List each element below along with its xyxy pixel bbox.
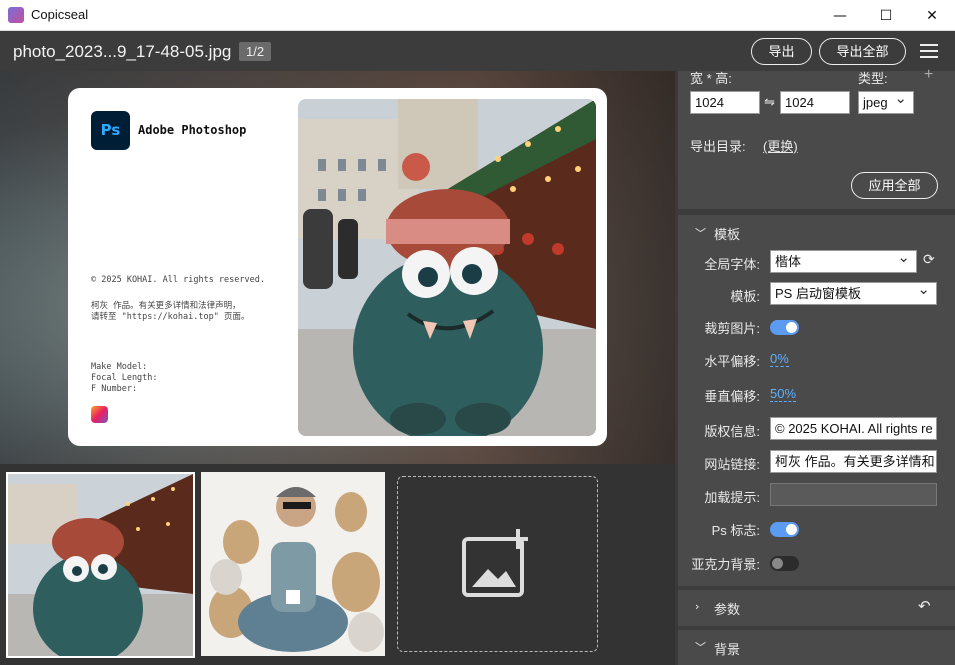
file-name: photo_2023...9_17-48-05.jpg bbox=[13, 42, 232, 61]
app-icon bbox=[8, 7, 24, 23]
description-line-2: 请转至 "https://kohai.top" 页面。 bbox=[91, 312, 250, 322]
description-line-1: 柯灰 作品。有关更多详情和法律声明， bbox=[91, 301, 241, 311]
add-image-button[interactable] bbox=[397, 476, 598, 652]
change-dir-link[interactable]: (更换) bbox=[763, 136, 798, 155]
font-select[interactable]: 楷体 bbox=[770, 250, 917, 273]
v-offset-value[interactable]: 50% bbox=[770, 386, 797, 402]
add-icon[interactable]: + bbox=[924, 66, 933, 84]
exif-make-model: Make Model: bbox=[91, 362, 148, 372]
loading-hint-label: 加载提示: bbox=[704, 490, 760, 505]
crop-toggle[interactable] bbox=[770, 320, 799, 335]
site-link-label: 网站链接: bbox=[704, 457, 760, 472]
settings-panel: 宽 * 高: 类型: + 1024 ⇋ 1024 jpeg 导出目录: (更换)… bbox=[678, 66, 955, 665]
thumbnail-strip bbox=[0, 464, 675, 665]
preview-area: Ps Adobe Photoshop © 2025 KOHAI. All rig… bbox=[0, 71, 675, 464]
copyright-input[interactable]: © 2025 KOHAI. All rights re bbox=[770, 417, 937, 440]
acrylic-bg-label: 亚克力背景: bbox=[691, 557, 760, 572]
ps-splash-card: Ps Adobe Photoshop © 2025 KOHAI. All rig… bbox=[68, 88, 607, 446]
acrylic-bg-toggle[interactable] bbox=[770, 556, 799, 571]
add-image-icon bbox=[462, 529, 528, 597]
preview-photo bbox=[298, 99, 596, 436]
params-section-title[interactable]: 参数 bbox=[714, 599, 740, 618]
exif-f-number: F Number: bbox=[91, 384, 138, 394]
h-offset-label: 水平偏移: bbox=[704, 354, 760, 369]
site-link-input[interactable]: 柯灰 作品。有关更多详情和 bbox=[770, 450, 937, 473]
template-section-title[interactable]: 模板 bbox=[714, 224, 740, 243]
thumbnail-2[interactable] bbox=[201, 472, 385, 656]
undo-icon[interactable]: ↶ bbox=[918, 597, 931, 615]
ps-badge-label: Ps 标志: bbox=[711, 523, 760, 538]
background-section-title[interactable]: 背景 bbox=[714, 639, 740, 658]
template-section: ﹀ 模板 全局字体: 楷体 ⟳ 模板: PS 启动窗模板 裁剪图片: 水平偏移:… bbox=[678, 215, 955, 586]
hamburger-menu-icon[interactable] bbox=[920, 44, 938, 58]
copyright-label: 版权信息: bbox=[704, 424, 760, 439]
background-section: ﹀ 背景 bbox=[678, 630, 955, 665]
title-bar: Copicseal — ☐ ✕ bbox=[0, 0, 955, 31]
close-button[interactable]: ✕ bbox=[909, 0, 955, 31]
photoshop-logo-icon: Ps bbox=[91, 111, 130, 150]
app-title: Copicseal bbox=[31, 7, 89, 22]
export-all-button[interactable]: 导出全部 bbox=[819, 38, 906, 65]
height-input[interactable]: 1024 bbox=[780, 91, 850, 114]
export-section: 宽 * 高: 类型: + 1024 ⇋ 1024 jpeg 导出目录: (更换)… bbox=[678, 66, 955, 209]
type-select[interactable]: jpeg bbox=[858, 91, 914, 114]
loading-hint-input[interactable] bbox=[770, 483, 937, 506]
copyright-text: © 2025 KOHAI. All rights reserved. bbox=[91, 275, 265, 285]
thumbnail-1[interactable] bbox=[6, 472, 195, 658]
type-label: 类型: bbox=[858, 71, 888, 86]
h-offset-value[interactable]: 0% bbox=[770, 351, 789, 367]
refresh-icon[interactable]: ⟳ bbox=[923, 251, 935, 268]
size-label: 宽 * 高: bbox=[690, 71, 732, 86]
page-indicator: 1/2 bbox=[239, 42, 272, 61]
font-label: 全局字体: bbox=[704, 257, 760, 272]
template-select[interactable]: PS 启动窗模板 bbox=[770, 282, 937, 305]
maximize-button[interactable]: ☐ bbox=[863, 0, 909, 31]
apply-all-button[interactable]: 应用全部 bbox=[851, 172, 938, 199]
app-name-text: Adobe Photoshop bbox=[138, 123, 247, 137]
app-header: photo_2023...9_17-48-05.jpg 1/2 导出 导出全部 bbox=[0, 31, 955, 71]
chevron-right-icon[interactable]: › bbox=[695, 600, 699, 613]
width-input[interactable]: 1024 bbox=[690, 91, 760, 114]
chevron-down-icon[interactable]: ﹀ bbox=[695, 639, 706, 655]
crop-label: 裁剪图片: bbox=[704, 321, 760, 336]
color-badge-icon bbox=[91, 406, 108, 423]
exif-focal-length: Focal Length: bbox=[91, 373, 158, 383]
minimize-button[interactable]: — bbox=[817, 0, 863, 31]
ps-badge-toggle[interactable] bbox=[770, 522, 799, 537]
v-offset-label: 垂直偏移: bbox=[704, 389, 760, 404]
export-dir-label: 导出目录: bbox=[690, 139, 746, 154]
template-label: 模板: bbox=[730, 289, 760, 304]
chevron-down-icon[interactable]: ﹀ bbox=[695, 225, 706, 241]
export-button[interactable]: 导出 bbox=[751, 38, 812, 65]
aspect-link-icon[interactable]: ⇋ bbox=[764, 94, 775, 110]
params-section: › 参数 ↶ bbox=[678, 590, 955, 626]
